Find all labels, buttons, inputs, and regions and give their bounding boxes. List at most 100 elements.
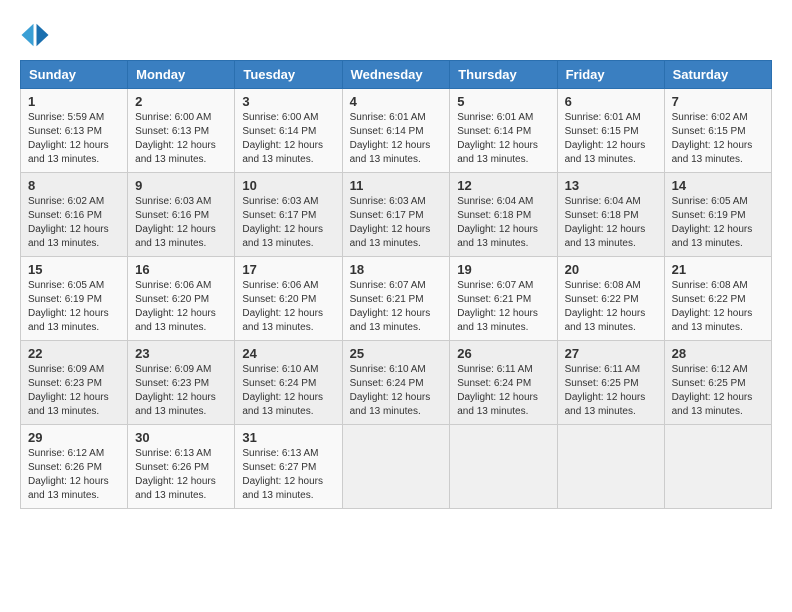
day-number: 1 — [28, 94, 120, 109]
day-info: Sunrise: 6:12 AMSunset: 6:26 PMDaylight:… — [28, 448, 109, 501]
day-info: Sunrise: 6:07 AMSunset: 6:21 PMDaylight:… — [350, 280, 431, 333]
calendar-day-cell: 4 Sunrise: 6:01 AMSunset: 6:14 PMDayligh… — [342, 89, 450, 173]
calendar-day-cell: 11 Sunrise: 6:03 AMSunset: 6:17 PMDaylig… — [342, 173, 450, 257]
calendar-day-cell: 7 Sunrise: 6:02 AMSunset: 6:15 PMDayligh… — [664, 89, 771, 173]
day-info: Sunrise: 6:09 AMSunset: 6:23 PMDaylight:… — [135, 364, 216, 417]
day-number: 22 — [28, 346, 120, 361]
day-number: 8 — [28, 178, 120, 193]
calendar-header-tuesday: Tuesday — [235, 61, 342, 89]
calendar-day-cell — [557, 425, 664, 509]
day-info: Sunrise: 6:05 AMSunset: 6:19 PMDaylight:… — [672, 196, 753, 249]
day-number: 30 — [135, 430, 227, 445]
calendar-day-cell: 20 Sunrise: 6:08 AMSunset: 6:22 PMDaylig… — [557, 257, 664, 341]
calendar-day-cell: 15 Sunrise: 6:05 AMSunset: 6:19 PMDaylig… — [21, 257, 128, 341]
day-info: Sunrise: 6:08 AMSunset: 6:22 PMDaylight:… — [565, 280, 646, 333]
day-info: Sunrise: 6:11 AMSunset: 6:25 PMDaylight:… — [565, 364, 646, 417]
day-number: 7 — [672, 94, 764, 109]
logo-icon — [20, 20, 50, 50]
calendar-day-cell: 6 Sunrise: 6:01 AMSunset: 6:15 PMDayligh… — [557, 89, 664, 173]
calendar-day-cell — [342, 425, 450, 509]
day-number: 28 — [672, 346, 764, 361]
day-info: Sunrise: 6:01 AMSunset: 6:14 PMDaylight:… — [457, 112, 538, 165]
calendar-day-cell: 31 Sunrise: 6:13 AMSunset: 6:27 PMDaylig… — [235, 425, 342, 509]
day-info: Sunrise: 6:04 AMSunset: 6:18 PMDaylight:… — [457, 196, 538, 249]
day-number: 4 — [350, 94, 443, 109]
calendar-day-cell: 17 Sunrise: 6:06 AMSunset: 6:20 PMDaylig… — [235, 257, 342, 341]
day-info: Sunrise: 6:08 AMSunset: 6:22 PMDaylight:… — [672, 280, 753, 333]
day-number: 17 — [242, 262, 334, 277]
day-number: 5 — [457, 94, 549, 109]
calendar-day-cell: 21 Sunrise: 6:08 AMSunset: 6:22 PMDaylig… — [664, 257, 771, 341]
calendar-day-cell: 10 Sunrise: 6:03 AMSunset: 6:17 PMDaylig… — [235, 173, 342, 257]
day-info: Sunrise: 6:03 AMSunset: 6:17 PMDaylight:… — [350, 196, 431, 249]
calendar-header-saturday: Saturday — [664, 61, 771, 89]
calendar-header-row: SundayMondayTuesdayWednesdayThursdayFrid… — [21, 61, 772, 89]
day-info: Sunrise: 6:02 AMSunset: 6:15 PMDaylight:… — [672, 112, 753, 165]
day-number: 18 — [350, 262, 443, 277]
day-number: 29 — [28, 430, 120, 445]
day-number: 25 — [350, 346, 443, 361]
calendar-day-cell: 22 Sunrise: 6:09 AMSunset: 6:23 PMDaylig… — [21, 341, 128, 425]
day-number: 16 — [135, 262, 227, 277]
day-info: Sunrise: 6:07 AMSunset: 6:21 PMDaylight:… — [457, 280, 538, 333]
day-info: Sunrise: 6:10 AMSunset: 6:24 PMDaylight:… — [350, 364, 431, 417]
calendar-header-wednesday: Wednesday — [342, 61, 450, 89]
day-info: Sunrise: 6:00 AMSunset: 6:14 PMDaylight:… — [242, 112, 323, 165]
day-info: Sunrise: 6:02 AMSunset: 6:16 PMDaylight:… — [28, 196, 109, 249]
day-number: 6 — [565, 94, 657, 109]
day-info: Sunrise: 6:06 AMSunset: 6:20 PMDaylight:… — [135, 280, 216, 333]
calendar-day-cell — [664, 425, 771, 509]
calendar-day-cell: 14 Sunrise: 6:05 AMSunset: 6:19 PMDaylig… — [664, 173, 771, 257]
calendar-day-cell: 8 Sunrise: 6:02 AMSunset: 6:16 PMDayligh… — [21, 173, 128, 257]
page-header — [20, 20, 772, 50]
day-number: 26 — [457, 346, 549, 361]
day-number: 20 — [565, 262, 657, 277]
day-number: 21 — [672, 262, 764, 277]
calendar-day-cell: 1 Sunrise: 5:59 AMSunset: 6:13 PMDayligh… — [21, 89, 128, 173]
calendar-day-cell: 28 Sunrise: 6:12 AMSunset: 6:25 PMDaylig… — [664, 341, 771, 425]
day-info: Sunrise: 6:05 AMSunset: 6:19 PMDaylight:… — [28, 280, 109, 333]
day-number: 10 — [242, 178, 334, 193]
calendar-day-cell — [450, 425, 557, 509]
day-number: 11 — [350, 178, 443, 193]
calendar-week-row: 8 Sunrise: 6:02 AMSunset: 6:16 PMDayligh… — [21, 173, 772, 257]
day-number: 9 — [135, 178, 227, 193]
calendar-week-row: 22 Sunrise: 6:09 AMSunset: 6:23 PMDaylig… — [21, 341, 772, 425]
calendar-day-cell: 3 Sunrise: 6:00 AMSunset: 6:14 PMDayligh… — [235, 89, 342, 173]
calendar-day-cell: 29 Sunrise: 6:12 AMSunset: 6:26 PMDaylig… — [21, 425, 128, 509]
day-info: Sunrise: 6:01 AMSunset: 6:15 PMDaylight:… — [565, 112, 646, 165]
calendar-day-cell: 16 Sunrise: 6:06 AMSunset: 6:20 PMDaylig… — [128, 257, 235, 341]
day-info: Sunrise: 6:12 AMSunset: 6:25 PMDaylight:… — [672, 364, 753, 417]
day-info: Sunrise: 6:00 AMSunset: 6:13 PMDaylight:… — [135, 112, 216, 165]
day-number: 13 — [565, 178, 657, 193]
logo — [20, 20, 55, 50]
day-number: 27 — [565, 346, 657, 361]
calendar-week-row: 15 Sunrise: 6:05 AMSunset: 6:19 PMDaylig… — [21, 257, 772, 341]
day-info: Sunrise: 6:13 AMSunset: 6:27 PMDaylight:… — [242, 448, 323, 501]
day-info: Sunrise: 6:01 AMSunset: 6:14 PMDaylight:… — [350, 112, 431, 165]
day-number: 15 — [28, 262, 120, 277]
day-info: Sunrise: 6:13 AMSunset: 6:26 PMDaylight:… — [135, 448, 216, 501]
day-info: Sunrise: 6:03 AMSunset: 6:16 PMDaylight:… — [135, 196, 216, 249]
day-info: Sunrise: 6:09 AMSunset: 6:23 PMDaylight:… — [28, 364, 109, 417]
calendar-day-cell: 13 Sunrise: 6:04 AMSunset: 6:18 PMDaylig… — [557, 173, 664, 257]
day-number: 12 — [457, 178, 549, 193]
calendar-header-thursday: Thursday — [450, 61, 557, 89]
calendar-day-cell: 26 Sunrise: 6:11 AMSunset: 6:24 PMDaylig… — [450, 341, 557, 425]
calendar-header-monday: Monday — [128, 61, 235, 89]
calendar-day-cell: 27 Sunrise: 6:11 AMSunset: 6:25 PMDaylig… — [557, 341, 664, 425]
calendar-day-cell: 12 Sunrise: 6:04 AMSunset: 6:18 PMDaylig… — [450, 173, 557, 257]
day-number: 31 — [242, 430, 334, 445]
day-info: Sunrise: 6:03 AMSunset: 6:17 PMDaylight:… — [242, 196, 323, 249]
calendar-day-cell: 9 Sunrise: 6:03 AMSunset: 6:16 PMDayligh… — [128, 173, 235, 257]
day-info: Sunrise: 6:04 AMSunset: 6:18 PMDaylight:… — [565, 196, 646, 249]
calendar-day-cell: 2 Sunrise: 6:00 AMSunset: 6:13 PMDayligh… — [128, 89, 235, 173]
day-number: 19 — [457, 262, 549, 277]
day-info: Sunrise: 6:06 AMSunset: 6:20 PMDaylight:… — [242, 280, 323, 333]
calendar-day-cell: 18 Sunrise: 6:07 AMSunset: 6:21 PMDaylig… — [342, 257, 450, 341]
calendar-day-cell: 5 Sunrise: 6:01 AMSunset: 6:14 PMDayligh… — [450, 89, 557, 173]
day-info: Sunrise: 6:10 AMSunset: 6:24 PMDaylight:… — [242, 364, 323, 417]
day-number: 24 — [242, 346, 334, 361]
calendar-day-cell: 25 Sunrise: 6:10 AMSunset: 6:24 PMDaylig… — [342, 341, 450, 425]
calendar-day-cell: 19 Sunrise: 6:07 AMSunset: 6:21 PMDaylig… — [450, 257, 557, 341]
